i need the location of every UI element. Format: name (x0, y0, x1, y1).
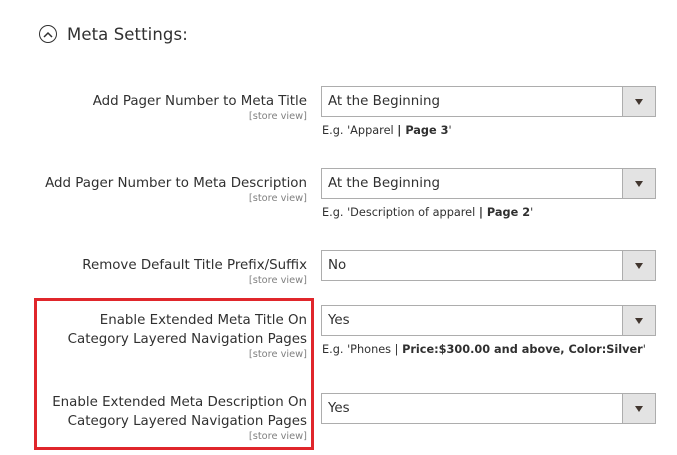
dropdown-arrow-icon[interactable] (622, 394, 655, 423)
select-value: No (328, 258, 347, 273)
scope-label: [store view] (248, 193, 307, 204)
chevron-up-icon[interactable] (39, 25, 57, 43)
pager-meta-title-select[interactable]: At the Beginning (321, 86, 656, 117)
field-label-pager-meta-title: Add Pager Number to Meta Title (92, 94, 307, 109)
field-note: E.g. 'Apparel | Page 3' (322, 124, 452, 137)
section-title: Meta Settings: (67, 24, 188, 44)
field-label-remove-title-prefix: Remove Default Title Prefix/Suffix (82, 258, 307, 273)
scope-label: [store view] (248, 275, 307, 286)
select-value: At the Beginning (328, 176, 440, 191)
section-header[interactable]: Meta Settings: (39, 21, 188, 47)
dropdown-arrow-icon[interactable] (622, 251, 655, 280)
scope-label: [store view] (248, 349, 307, 360)
field-label-extended-meta-description: Enable Extended Meta Description On Cate… (52, 395, 307, 429)
select-value: Yes (328, 313, 350, 328)
field-label-pager-meta-description: Add Pager Number to Meta Description (45, 176, 307, 191)
extended-meta-title-select[interactable]: Yes (321, 305, 656, 336)
dropdown-arrow-icon[interactable] (622, 169, 655, 198)
pager-meta-description-select[interactable]: At the Beginning (321, 168, 656, 199)
scope-label: [store view] (248, 431, 307, 442)
field-note: E.g. 'Description of apparel | Page 2' (322, 206, 534, 219)
remove-title-prefix-select[interactable]: No (321, 250, 656, 281)
select-value: Yes (328, 401, 350, 416)
dropdown-arrow-icon[interactable] (622, 306, 655, 335)
field-label-extended-meta-title: Enable Extended Meta Title On Category L… (67, 313, 307, 347)
field-note: E.g. 'Phones | Price:$300.00 and above, … (322, 343, 646, 356)
extended-meta-description-select[interactable]: Yes (321, 393, 656, 424)
dropdown-arrow-icon[interactable] (622, 87, 655, 116)
select-value: At the Beginning (328, 94, 440, 109)
scope-label: [store view] (248, 111, 307, 122)
